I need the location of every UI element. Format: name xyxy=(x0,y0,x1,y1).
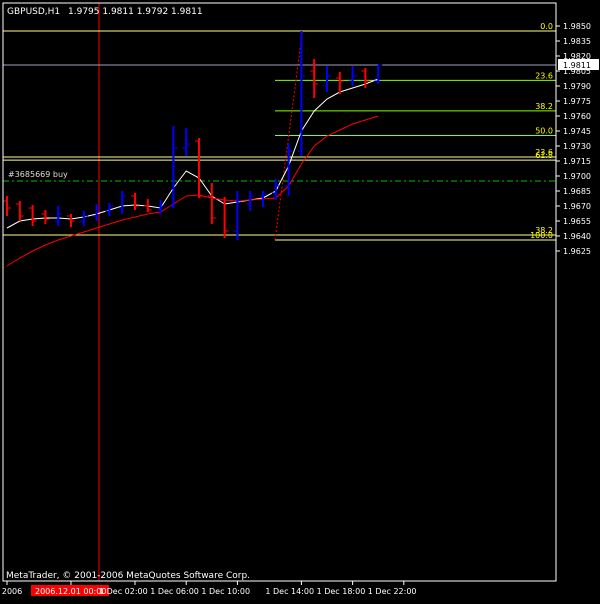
time-tick-label: 2006.12.01 00:00 xyxy=(35,587,106,596)
time-tick-label: 1 Dec 22:00 xyxy=(368,587,417,596)
current-price-label: 1.9811 xyxy=(563,61,591,70)
price-tick-label: 1.9640 xyxy=(563,232,591,241)
price-tick-label: 1.9730 xyxy=(563,142,591,151)
price-tick-label: 1.9655 xyxy=(563,217,591,226)
time-tick-label: 30 Nov 2006 xyxy=(0,587,22,596)
price-tick-label: 1.9700 xyxy=(563,172,591,181)
price-tick-label: 1.9745 xyxy=(563,127,591,136)
time-tick-label: 1 Dec 18:00 xyxy=(317,587,366,596)
symbol-label: GBPUSD,H1 xyxy=(7,7,60,17)
fib-level-label: 50.0 xyxy=(535,127,553,136)
fib-level-label: 0.0 xyxy=(540,22,553,31)
price-tick-label: 1.9790 xyxy=(563,82,591,91)
fib-level-label: 38.2 xyxy=(535,102,553,111)
ohlc-readout: 1.9795 1.9811 1.9792 1.9811 xyxy=(68,7,203,17)
price-tick-label: 1.9625 xyxy=(563,247,591,256)
chart-window[interactable]: 0.0 23.6 38.2 50.0 61.8 100.0 23.6 38.2 #3685669… xyxy=(0,0,600,600)
price-tick-label: 1.9685 xyxy=(563,187,591,196)
copyright-label: MetaTrader, © 2001-2006 MetaQuotes Softw… xyxy=(6,571,250,581)
price-tick-label: 1.9835 xyxy=(563,37,591,46)
price-tick-label: 1.9775 xyxy=(563,97,591,106)
price-tick-label: 1.9670 xyxy=(563,202,591,211)
fib-secondary-label: 23.6 xyxy=(535,148,553,157)
time-tick-label: 1 Dec 02:00 xyxy=(99,587,148,596)
price-tick-label: 1.9850 xyxy=(563,22,591,31)
price-chart[interactable]: 0.023.638.250.061.8100.023.638.2#3685669… xyxy=(0,0,600,600)
fib-secondary-label: 38.2 xyxy=(535,226,553,235)
fib-level-label: 23.6 xyxy=(535,71,553,80)
time-tick-label: 1 Dec 06:00 xyxy=(150,587,199,596)
time-tick-label: 1 Dec 10:00 xyxy=(201,587,250,596)
time-tick-label: 1 Dec 14:00 xyxy=(265,587,314,596)
chart-background xyxy=(0,0,600,600)
price-tick-label: 1.9760 xyxy=(563,112,591,121)
price-tick-label: 1.9715 xyxy=(563,157,591,166)
order-label: #3685669 buy xyxy=(8,170,68,179)
